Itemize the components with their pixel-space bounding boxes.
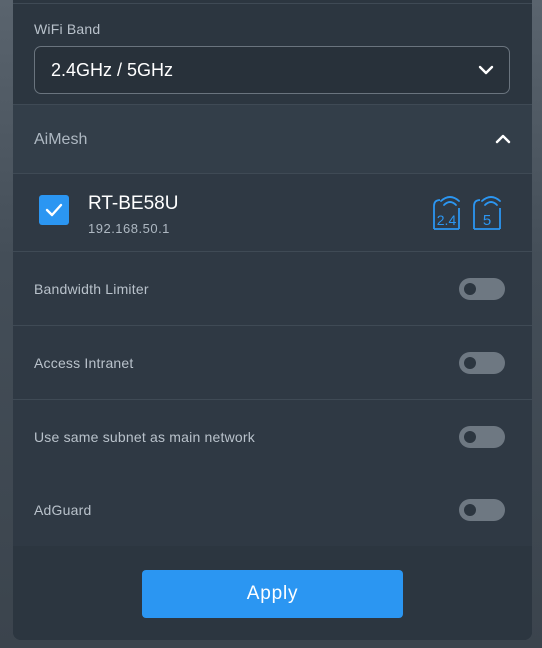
panel-footer: Apply <box>13 546 532 640</box>
wifi-band-selected-value: 2.4GHz / 5GHz <box>51 60 174 80</box>
same-subnet-toggle[interactable] <box>459 426 505 448</box>
node-ip-address: 192.168.50.1 <box>88 221 170 236</box>
chevron-up-icon[interactable] <box>495 131 511 147</box>
wifi-band-label: WiFi Band <box>34 21 101 37</box>
option-row-bandwidth-limiter: Bandwidth Limiter <box>13 252 532 326</box>
toggle-knob <box>464 283 476 295</box>
same-subnet-label: Use same subnet as main network <box>34 429 255 445</box>
wifi-band-select[interactable]: 2.4GHz / 5GHz <box>34 46 510 94</box>
apply-button[interactable]: Apply <box>142 570 403 618</box>
option-row-same-subnet: Use same subnet as main network <box>13 400 532 474</box>
toggle-knob <box>464 357 476 369</box>
bandwidth-limiter-label: Bandwidth Limiter <box>34 281 149 297</box>
band-2-4ghz-label: 2.4 <box>437 212 457 228</box>
adguard-label: AdGuard <box>34 502 92 518</box>
adguard-toggle[interactable] <box>459 499 505 521</box>
band-5ghz-label: 5 <box>483 212 491 229</box>
option-row-access-intranet: Access Intranet <box>13 326 532 400</box>
settings-panel: WiFi Band 2.4GHz / 5GHz AiMesh RT-BE58U … <box>13 0 532 640</box>
toggle-knob <box>464 431 476 443</box>
aimesh-node-row: RT-BE58U 192.168.50.1 2.4 5 <box>13 174 532 252</box>
access-intranet-label: Access Intranet <box>34 355 134 371</box>
node-name: RT-BE58U <box>88 193 179 214</box>
chevron-down-icon <box>478 65 494 75</box>
toggle-knob <box>464 504 476 516</box>
band-5ghz-icon: 5 <box>473 196 501 230</box>
band-2-4ghz-icon: 2.4 <box>433 196 460 230</box>
node-checkbox[interactable] <box>39 195 69 225</box>
option-row-adguard: AdGuard <box>13 473 532 547</box>
checkmark-icon <box>45 203 63 217</box>
aimesh-section-header[interactable]: AiMesh <box>13 105 532 174</box>
bandwidth-limiter-toggle[interactable] <box>459 278 505 300</box>
access-intranet-toggle[interactable] <box>459 352 505 374</box>
aimesh-title: AiMesh <box>34 131 88 148</box>
wifi-band-section: WiFi Band 2.4GHz / 5GHz <box>13 4 532 105</box>
